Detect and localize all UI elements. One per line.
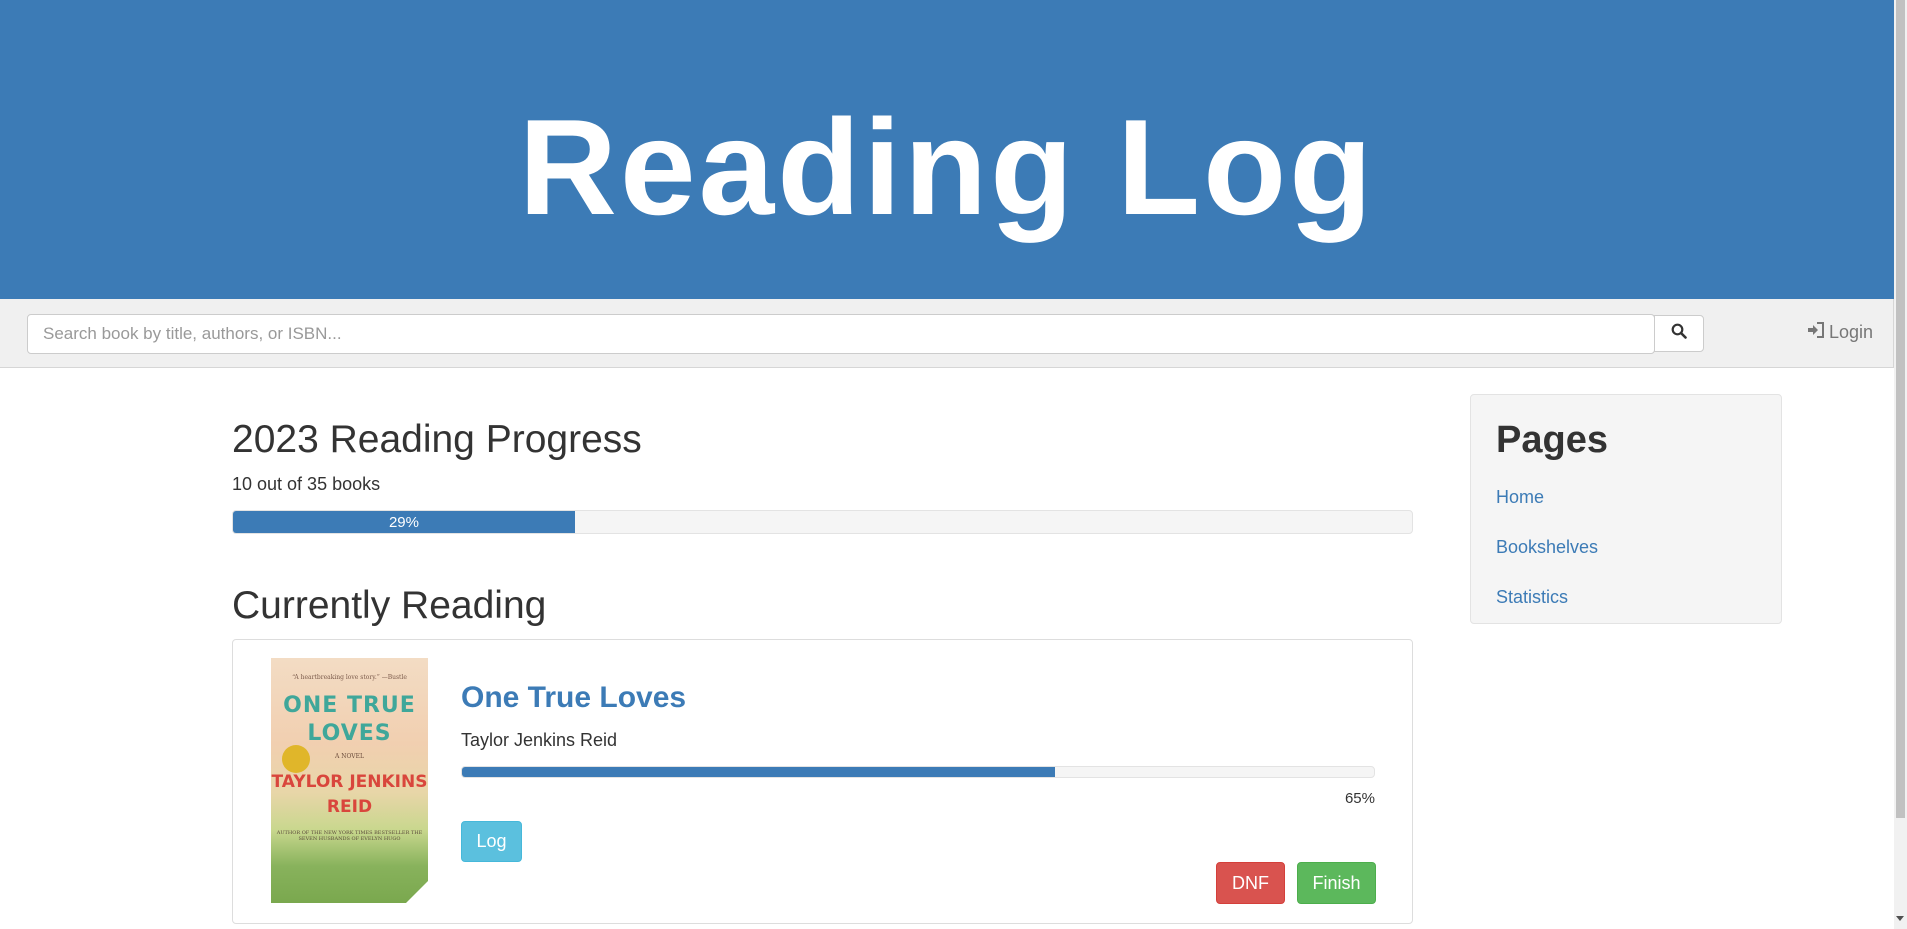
reading-progress-heading: 2023 Reading Progress xyxy=(232,418,642,461)
finish-button[interactable]: Finish xyxy=(1297,862,1376,904)
cover-author: TAYLOR JENKINS REID xyxy=(271,772,428,817)
dnf-button[interactable]: DNF xyxy=(1216,862,1285,904)
log-button[interactable]: Log xyxy=(461,821,522,862)
search-icon xyxy=(1671,323,1687,344)
book-author: Taylor Jenkins Reid xyxy=(461,730,618,750)
reading-progress-bar: 29% xyxy=(232,510,1413,534)
login-link[interactable]: Login xyxy=(1807,320,1873,344)
header-banner: Reading Log xyxy=(0,0,1894,299)
sidebar-link-home[interactable]: Home xyxy=(1496,487,1544,508)
book-progress-fill xyxy=(462,767,1055,777)
reading-progress-fill: 29% xyxy=(233,511,575,533)
book-title-link[interactable]: One True Loves xyxy=(461,680,686,716)
scroll-down-arrow-icon[interactable] xyxy=(1896,916,1904,921)
cover-quote: “A heartbreaking love story.” —Bustle xyxy=(292,674,407,681)
search-input[interactable] xyxy=(27,314,1655,354)
login-icon xyxy=(1807,321,1825,343)
cover-byline: AUTHOR OF THE NEW YORK TIMES BESTSELLER … xyxy=(276,830,423,842)
scrollbar-thumb[interactable] xyxy=(1896,0,1905,818)
sidebar-link-bookshelves[interactable]: Bookshelves xyxy=(1496,537,1598,558)
currently-reading-heading: Currently Reading xyxy=(232,584,547,627)
sidebar-heading: Pages xyxy=(1496,419,1608,461)
book-progress-bar xyxy=(461,766,1375,778)
search-button[interactable] xyxy=(1654,315,1704,352)
reading-progress-count: 10 out of 35 books xyxy=(232,474,381,494)
sidebar-link-statistics[interactable]: Statistics xyxy=(1496,587,1568,608)
login-label: Login xyxy=(1829,321,1874,342)
page-curl-icon xyxy=(406,881,428,903)
site-title: Reading Log xyxy=(518,91,1376,243)
book-cover-image[interactable]: “A heartbreaking love story.” —Bustle ON… xyxy=(271,658,428,903)
cover-subtitle: A NOVEL xyxy=(334,753,364,760)
book-progress-percent: 65% xyxy=(1344,790,1375,807)
cover-title: ONE TRUE LOVES xyxy=(283,693,416,746)
